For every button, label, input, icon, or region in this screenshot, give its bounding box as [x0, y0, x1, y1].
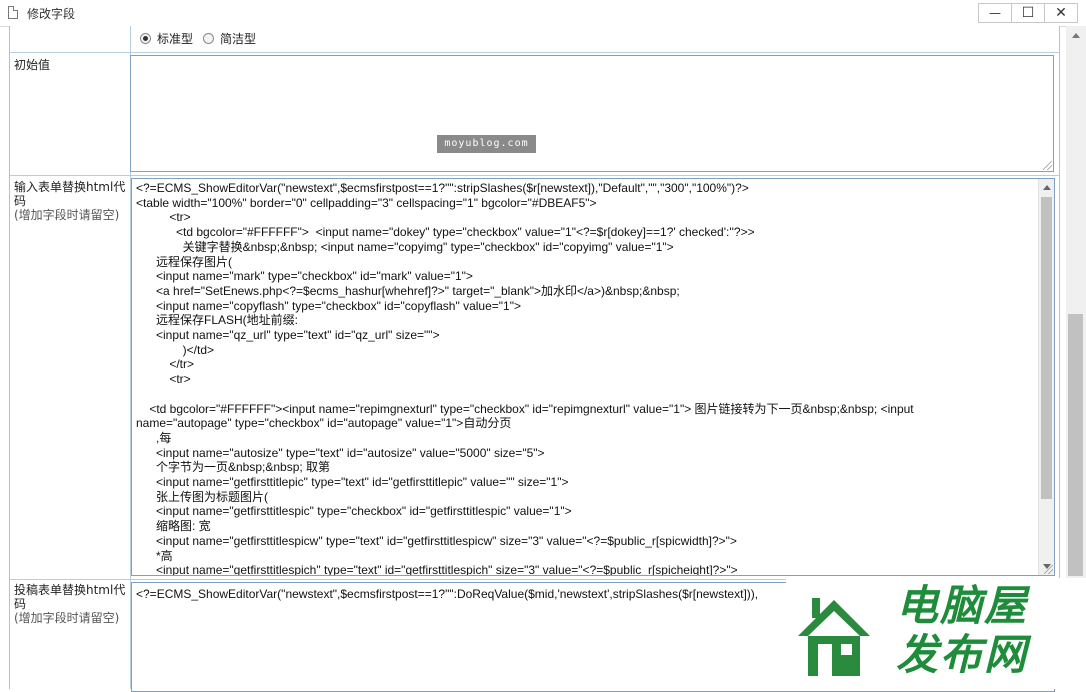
logo-line1: 电脑屋	[896, 581, 1029, 630]
resize-grip[interactable]	[1043, 161, 1052, 170]
initial-value-textarea[interactable]: moyublog.com	[130, 55, 1054, 172]
radio-simple-label[interactable]: 简洁型	[220, 30, 256, 47]
editor-type-options: 标准型 简洁型	[140, 30, 266, 47]
window-title: 修改字段	[27, 7, 76, 21]
radio-standard-label[interactable]: 标准型	[157, 30, 193, 47]
radio-standard[interactable]	[140, 33, 151, 44]
resize-grip[interactable]	[1044, 565, 1053, 574]
input-form-html-code: <?=ECMS_ShowEditorVar("newstext",$ecmsfi…	[136, 181, 914, 576]
submit-form-html-code: <?=ECMS_ShowEditorVar("newstext",$ecmsfi…	[136, 587, 759, 601]
window-controls: — ☐ ✕	[978, 3, 1078, 23]
page-scrollbar-thumb[interactable]	[1068, 314, 1083, 576]
input-form-html-textarea[interactable]: <?=ECMS_ShowEditorVar("newstext",$ecmsfi…	[131, 178, 1055, 576]
textarea-scrollbar[interactable]	[1038, 179, 1054, 575]
logo-line2: 发布网	[896, 630, 1029, 679]
row-divider	[10, 52, 1059, 53]
radio-simple[interactable]	[203, 33, 215, 44]
watermark: moyublog.com	[437, 135, 536, 153]
submit-form-html-label: 投稿表单替换html代码 (增加字段时请留空)	[14, 583, 128, 625]
maximize-button[interactable]: ☐	[1011, 3, 1045, 23]
input-form-html-note: (增加字段时请留空)	[14, 208, 120, 222]
minimize-button[interactable]: —	[978, 3, 1012, 23]
house-icon	[798, 598, 870, 676]
document-icon	[8, 6, 18, 19]
initial-value-label: 初始值	[14, 58, 51, 72]
input-form-html-label: 输入表单替换html代码 (增加字段时请留空)	[14, 180, 128, 222]
site-logo: 电脑屋 发布网	[786, 578, 1086, 689]
close-button[interactable]: ✕	[1044, 3, 1078, 23]
scroll-up-arrow-icon[interactable]	[1043, 185, 1051, 190]
submit-form-html-title: 投稿表单替换html代码	[14, 583, 126, 611]
row-divider	[10, 175, 1059, 176]
window-titlebar: 修改字段 — ☐ ✕	[0, 0, 1086, 27]
input-form-html-title: 输入表单替换html代码	[14, 180, 126, 208]
scrollbar-thumb[interactable]	[1041, 197, 1052, 499]
page-scroll-up-icon[interactable]	[1072, 33, 1080, 38]
submit-form-html-note: (增加字段时请留空)	[14, 611, 120, 625]
